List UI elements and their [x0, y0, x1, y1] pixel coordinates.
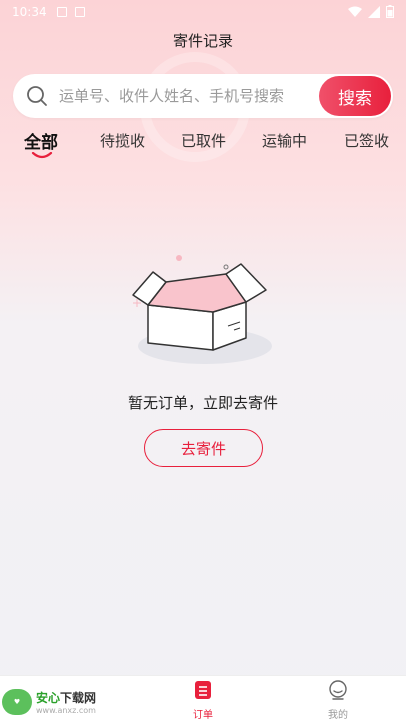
- empty-box-illustration: [132, 255, 272, 364]
- image-notification-icon: [74, 7, 85, 17]
- tab-picked-up[interactable]: 已取件: [181, 130, 226, 151]
- heart-logo-icon: ♥: [2, 689, 32, 715]
- nav-orders-label: 订单: [193, 710, 213, 721]
- search-button[interactable]: 搜索: [319, 76, 391, 116]
- tab-in-transit[interactable]: 运输中: [262, 130, 307, 151]
- nav-profile-label: 我的: [328, 710, 348, 721]
- empty-state-message: 暂无订单，立即去寄件: [127, 394, 278, 412]
- wifi-icon: [348, 6, 362, 17]
- nav-profile[interactable]: 我的: [308, 680, 368, 721]
- order-icon: [195, 681, 211, 699]
- signal-icon: [368, 5, 380, 18]
- go-send-button[interactable]: 去寄件: [144, 429, 263, 467]
- watermark-logo: ♥ 安心下载网 www.anxz.com: [2, 686, 96, 718]
- status-time: 10:34: [12, 5, 47, 19]
- search-icon: [27, 86, 47, 106]
- active-tab-indicator: [31, 152, 53, 159]
- tab-pending-pickup[interactable]: 待揽收: [100, 130, 145, 151]
- notification-icon: [56, 7, 67, 17]
- logo-title: 安心下载网: [36, 691, 97, 705]
- profile-icon: [329, 680, 347, 700]
- status-tabs: 全部 待揽收 已取件 运输中 已签收: [0, 128, 406, 168]
- search-bar: 搜索: [13, 74, 393, 118]
- status-bar: 10:34: [0, 0, 406, 24]
- bottom-navigation: ♥ 安心下载网 www.anxz.com 订单 我的: [0, 675, 406, 721]
- page-title: 寄件记录: [172, 32, 233, 50]
- tab-all[interactable]: 全部: [24, 128, 58, 153]
- battery-icon: [386, 5, 394, 18]
- status-indicators: [348, 5, 394, 18]
- nav-orders[interactable]: 订单: [173, 680, 233, 721]
- search-input[interactable]: [59, 84, 319, 108]
- tab-delivered[interactable]: 已签收: [344, 130, 389, 151]
- logo-url: www.anxz.com: [36, 706, 96, 715]
